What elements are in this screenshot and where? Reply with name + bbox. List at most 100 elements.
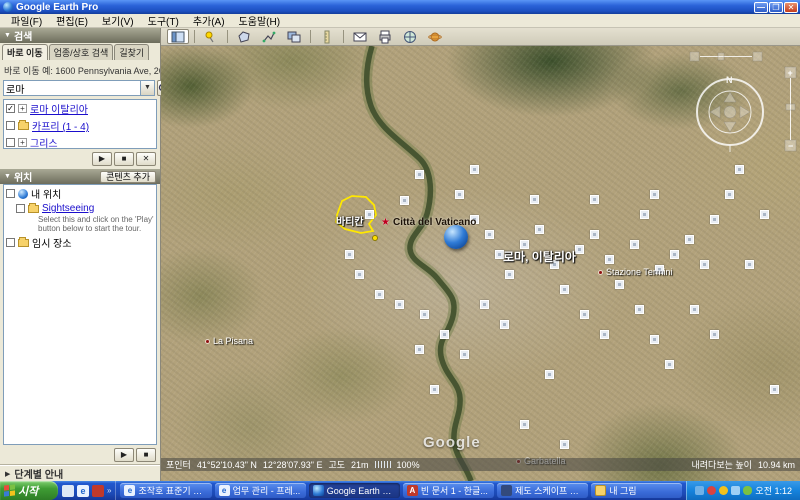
switch-to-sky-button[interactable]	[424, 29, 446, 44]
placemark-icon[interactable]	[460, 350, 469, 359]
checkbox[interactable]	[6, 189, 15, 198]
add-content-button[interactable]: 콘텐츠 추가	[100, 171, 156, 183]
tree-item-label[interactable]: 내 위치	[31, 186, 61, 201]
checkbox[interactable]	[6, 121, 15, 130]
minimize-button[interactable]: —	[754, 2, 768, 13]
map-label[interactable]: La Pisana	[205, 336, 253, 346]
tree-item-label[interactable]: Sightseeing	[42, 203, 94, 214]
close-button[interactable]: ✕	[784, 2, 798, 13]
tab-길찾기[interactable]: 길찾기	[114, 44, 149, 60]
map-label[interactable]: Stazione Termini	[598, 267, 672, 277]
placemark-icon[interactable]	[690, 305, 699, 314]
print-button[interactable]	[374, 29, 396, 44]
map-viewport[interactable]: 바티칸★Città del Vaticano로마, 이탈리아Stazione T…	[161, 46, 800, 481]
placemark-icon[interactable]	[650, 335, 659, 344]
placemark-icon[interactable]	[670, 250, 679, 259]
ruler-button[interactable]	[316, 29, 338, 44]
security-tray-icon[interactable]	[707, 486, 716, 495]
tab-업종/상호 검색[interactable]: 업종/상호 검색	[49, 44, 114, 60]
view-in-google-maps-button[interactable]	[399, 29, 421, 44]
play-tour-button[interactable]: ▶	[92, 152, 112, 166]
menu-item[interactable]: 보기(V)	[95, 13, 141, 28]
tree-row[interactable]: Sightseeing	[4, 202, 156, 215]
tab-바로 이동[interactable]: 바로 이동	[2, 44, 48, 60]
network-tray-icon[interactable]	[731, 486, 740, 495]
pan-left-arrow[interactable]	[710, 106, 720, 118]
tilt-right-button[interactable]	[753, 52, 762, 61]
placemark-icon[interactable]	[630, 240, 639, 249]
menu-item[interactable]: 파일(F)	[4, 13, 49, 28]
placemark-icon[interactable]	[560, 440, 569, 449]
menu-item[interactable]: 편집(E)	[49, 13, 95, 28]
placemark-icon[interactable]	[710, 215, 719, 224]
pan-up-arrow[interactable]	[724, 92, 736, 102]
checkbox[interactable]: ✓	[6, 104, 15, 113]
taskbar-window-button[interactable]: e업무 관리 - 프레...	[215, 483, 306, 498]
placemark-icon[interactable]	[480, 300, 489, 309]
map-label[interactable]	[372, 235, 378, 241]
show-desktop-icon[interactable]	[62, 485, 74, 497]
placemark-icon[interactable]	[415, 345, 424, 354]
placemark-icon[interactable]	[580, 310, 589, 319]
placemark-icon[interactable]	[520, 420, 529, 429]
placemark-icon[interactable]	[700, 260, 709, 269]
placemark-icon[interactable]	[535, 225, 544, 234]
start-button[interactable]: 시작	[0, 481, 58, 500]
placemark-icon[interactable]	[665, 360, 674, 369]
hwp-icon[interactable]	[92, 485, 104, 497]
add-path-button[interactable]	[258, 29, 280, 44]
navigation-control[interactable]: N	[688, 50, 794, 200]
stop-tour-button[interactable]: ■	[136, 448, 156, 462]
expander-icon[interactable]: +	[18, 138, 27, 147]
placemark-icon[interactable]	[345, 250, 354, 259]
menu-item[interactable]: 추가(A)	[186, 13, 232, 28]
messenger-tray-icon[interactable]	[695, 486, 704, 495]
search-input[interactable]	[4, 81, 140, 95]
add-image-overlay-button[interactable]	[283, 29, 305, 44]
menu-item[interactable]: 도구(T)	[141, 13, 186, 28]
placemark-icon[interactable]	[545, 370, 554, 379]
menu-item[interactable]: 도움말(H)	[232, 13, 287, 28]
compass-center-knob[interactable]	[724, 106, 736, 118]
placemark-icon[interactable]	[635, 305, 644, 314]
tree-item-label[interactable]: 그리스	[30, 135, 58, 149]
placemark-icon[interactable]	[355, 270, 364, 279]
clock-tray-icon[interactable]	[719, 486, 728, 495]
placemark-icon[interactable]	[685, 235, 694, 244]
pan-right-arrow[interactable]	[740, 106, 750, 118]
map-label[interactable]: 로마, 이탈리아	[503, 248, 576, 265]
placemark-icon[interactable]	[420, 310, 429, 319]
placemark-icon[interactable]	[440, 330, 449, 339]
placemark-icon[interactable]	[650, 190, 659, 199]
placemark-icon[interactable]	[745, 260, 754, 269]
tree-row[interactable]: ✓+로마 이탈리아	[4, 100, 156, 117]
placemark-icon[interactable]	[375, 290, 384, 299]
add-placemark-button[interactable]	[200, 29, 222, 44]
places-panel-header[interactable]: ▼ 위치 콘텐츠 추가	[0, 169, 160, 184]
placemark-icon[interactable]	[575, 245, 584, 254]
expander-icon[interactable]: +	[18, 104, 27, 113]
placemark-icon[interactable]	[470, 165, 479, 174]
taskbar-window-button[interactable]: e조작호 표준기 도구...	[120, 483, 211, 498]
placemark-icon[interactable]	[455, 190, 464, 199]
placemark-icon[interactable]	[560, 285, 569, 294]
taskbar-window-button[interactable]: A빈 문서 1 - 한글...	[403, 483, 494, 498]
map-label[interactable]: 바티칸	[336, 213, 364, 228]
placemark-icon[interactable]	[590, 195, 599, 204]
zoom-slider[interactable]: + −	[784, 66, 797, 152]
placemark-icon[interactable]	[485, 230, 494, 239]
tilt-slider-thumb[interactable]	[718, 53, 724, 60]
play-tour-button[interactable]: ▶	[114, 448, 134, 462]
tree-item-label[interactable]: 로마 이탈리아	[30, 101, 88, 116]
placemark-icon[interactable]	[430, 385, 439, 394]
tree-row[interactable]: +그리스	[4, 134, 156, 149]
tilt-left-button[interactable]	[690, 52, 699, 61]
stop-button[interactable]: ■	[114, 152, 134, 166]
search-panel-header[interactable]: ▼ 검색	[0, 28, 160, 43]
quick-launch-overflow-chevron[interactable]: »	[107, 486, 111, 495]
tree-item-label[interactable]: 카프리 (1 - 4)	[32, 118, 89, 133]
add-polygon-button[interactable]	[233, 29, 255, 44]
email-button[interactable]	[349, 29, 371, 44]
search-result-balloon-marker[interactable]	[444, 225, 468, 249]
placemark-icon[interactable]	[505, 270, 514, 279]
